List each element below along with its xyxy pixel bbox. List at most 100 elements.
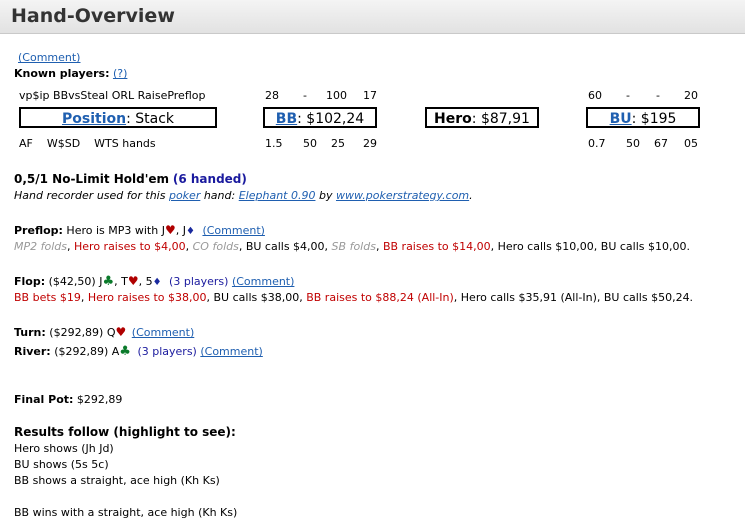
- recorder-dot: .: [469, 189, 473, 202]
- elephant-link[interactable]: Elephant 0.90: [239, 189, 316, 202]
- preflop-comment-link[interactable]: (Comment): [202, 224, 264, 237]
- flop-pot: ($42,50) J: [45, 275, 103, 288]
- flop-action-5: , Hero calls $35,91 (All-In), BU calls $…: [453, 291, 694, 304]
- comment-link-top[interactable]: (Comment): [18, 51, 80, 64]
- final-pot-row: Final Pot: $292,89: [14, 393, 122, 406]
- bu-stat-wsd: 50: [626, 137, 640, 150]
- position-link[interactable]: Position: [62, 111, 126, 127]
- bb-stack-value: : $102,24: [297, 111, 365, 127]
- bb-stat-af: 1.5: [265, 137, 283, 150]
- bu-stack-box: BU: $195: [586, 107, 700, 128]
- flop-row: Flop: ($42,50) J♣, T♥, 5♦ (3 players) (C…: [14, 274, 294, 289]
- result-line: BB shows a straight, ace high (Kh Ks): [14, 474, 220, 487]
- bu-stat-orl: -: [656, 89, 660, 102]
- turn-label: Turn:: [14, 326, 46, 339]
- preflop-action-8: BB raises to $14,00: [382, 240, 491, 253]
- bb-stat-orl: 100: [326, 89, 347, 102]
- turn-row: Turn: ($292,89) Q♥ (Comment): [14, 325, 194, 339]
- preflop-action-0: MP2 folds: [14, 240, 67, 253]
- final-pot-label: Final Pot:: [14, 393, 74, 406]
- hero-stack-value: : $87,91: [471, 111, 530, 127]
- result-line: Hero shows (Jh Jd): [14, 442, 114, 455]
- flop-action-3: , BU calls $38,00,: [206, 291, 307, 304]
- bu-link[interactable]: BU: [610, 111, 632, 127]
- bb-link[interactable]: BB: [276, 111, 297, 127]
- bb-stat-hands: 29: [363, 137, 377, 150]
- bb-stat-bbvssteal: -: [303, 89, 307, 102]
- river-label: River:: [14, 345, 51, 358]
- heart-icon: ♥: [127, 274, 139, 288]
- bu-stat-bbvssteal: -: [626, 89, 630, 102]
- preflop-action-4: CO folds: [192, 240, 239, 253]
- bu-stat-vpip: 60: [588, 89, 602, 102]
- club-icon: ♣: [119, 344, 131, 359]
- page-header: Hand-Overview: [0, 0, 745, 34]
- flop-card-2: , T: [114, 275, 128, 288]
- game-title: 0,5/1 No-Limit Hold'em: [14, 172, 170, 186]
- flop-comment-link[interactable]: (Comment): [232, 275, 294, 288]
- result-line: BU shows (5s 5c): [14, 458, 109, 471]
- game-title-row: 0,5/1 No-Limit Hold'em (6 handed): [14, 172, 247, 186]
- recorder-hand: hand:: [200, 189, 239, 202]
- heart-icon: ♥: [115, 325, 127, 339]
- diamond-icon: ♦: [185, 226, 195, 237]
- preflop-label: Preflop:: [14, 224, 63, 237]
- bb-stat-wsd: 50: [303, 137, 317, 150]
- final-pot-value: $292,89: [73, 393, 123, 406]
- flop-players: (3 players): [169, 275, 229, 288]
- bu-stat-hands: 05: [684, 137, 698, 150]
- preflop-action-7: ,: [375, 240, 383, 253]
- hero-stack-box: Hero: $87,91: [425, 107, 539, 128]
- pokerstrategy-link[interactable]: www.pokerstrategy.com: [336, 189, 469, 202]
- bu-stat-wts: 67: [654, 137, 668, 150]
- flop-action-2: Hero raises to $38,00: [87, 291, 207, 304]
- diamond-icon: ♦: [152, 277, 162, 288]
- winner-line: BB wins with a straight, ace high (Kh Ks…: [14, 506, 238, 519]
- recorder-prefix: Hand recorder used for this: [14, 189, 169, 202]
- results-title: Results follow (highlight to see):: [14, 425, 236, 439]
- river-players: (3 players): [137, 345, 197, 358]
- preflop-action-5: , BU calls $4,00,: [238, 240, 332, 253]
- table-size: (6 handed): [172, 172, 247, 186]
- preflop-hero-text: Hero is MP3 with J: [62, 224, 165, 237]
- bu-stack-value: : $195: [631, 111, 677, 127]
- bb-stat-wts: 25: [331, 137, 345, 150]
- flop-label: Flop:: [14, 275, 46, 288]
- help-link[interactable]: (?): [113, 67, 127, 80]
- stats-top-labels: vp$ip BBvsSteal ORL RaisePreflop: [19, 89, 206, 102]
- position-stack-text: : Stack: [126, 111, 175, 127]
- preflop-actions: MP2 folds, Hero raises to $4,00, CO fold…: [14, 240, 690, 253]
- hero-label: Hero: [434, 111, 472, 127]
- river-comment-link[interactable]: (Comment): [200, 345, 262, 358]
- flop-actions: BB bets $19, Hero raises to $38,00, BU c…: [14, 291, 693, 304]
- preflop-row: Preflop: Hero is MP3 with J♥, J♦ (Commen…: [14, 223, 265, 237]
- bu-stat-raisepreflop: 20: [684, 89, 698, 102]
- preflop-action-2: Hero raises to $4,00: [74, 240, 186, 253]
- known-players-label: Known players:: [14, 67, 110, 80]
- preflop-comma: , J: [175, 224, 186, 237]
- recorder-by: by: [315, 189, 336, 202]
- position-stack-box: Position: Stack: [19, 107, 217, 128]
- bb-stat-raisepreflop: 17: [363, 89, 377, 102]
- known-players-row: Known players: (?): [14, 67, 127, 80]
- bb-stat-vpip: 28: [265, 89, 279, 102]
- preflop-action-3: ,: [185, 240, 193, 253]
- turn-pot: ($292,89) Q: [45, 326, 116, 339]
- flop-action-0: BB bets $19: [14, 291, 81, 304]
- poker-link[interactable]: poker: [169, 189, 200, 202]
- preflop-action-1: ,: [67, 240, 74, 253]
- heart-icon: ♥: [164, 223, 176, 237]
- page-title: Hand-Overview: [11, 5, 175, 27]
- stats-bottom-labels: AF W$SD WTS hands: [19, 137, 156, 150]
- river-pot: ($292,89) A: [50, 345, 120, 358]
- river-row: River: ($292,89) A♣ (3 players) (Comment…: [14, 344, 263, 359]
- flop-card-3: , 5: [138, 275, 153, 288]
- recorder-line: Hand recorder used for this poker hand: …: [14, 189, 473, 202]
- flop-action-4: BB raises to $88,24 (All-In): [306, 291, 454, 304]
- preflop-action-6: SB folds: [331, 240, 376, 253]
- club-icon: ♣: [102, 274, 115, 289]
- turn-comment-link[interactable]: (Comment): [132, 326, 194, 339]
- bu-stat-af: 0.7: [588, 137, 606, 150]
- flop-action-1: ,: [80, 291, 88, 304]
- preflop-action-9: , Hero calls $10,00, BU calls $10,00.: [490, 240, 690, 253]
